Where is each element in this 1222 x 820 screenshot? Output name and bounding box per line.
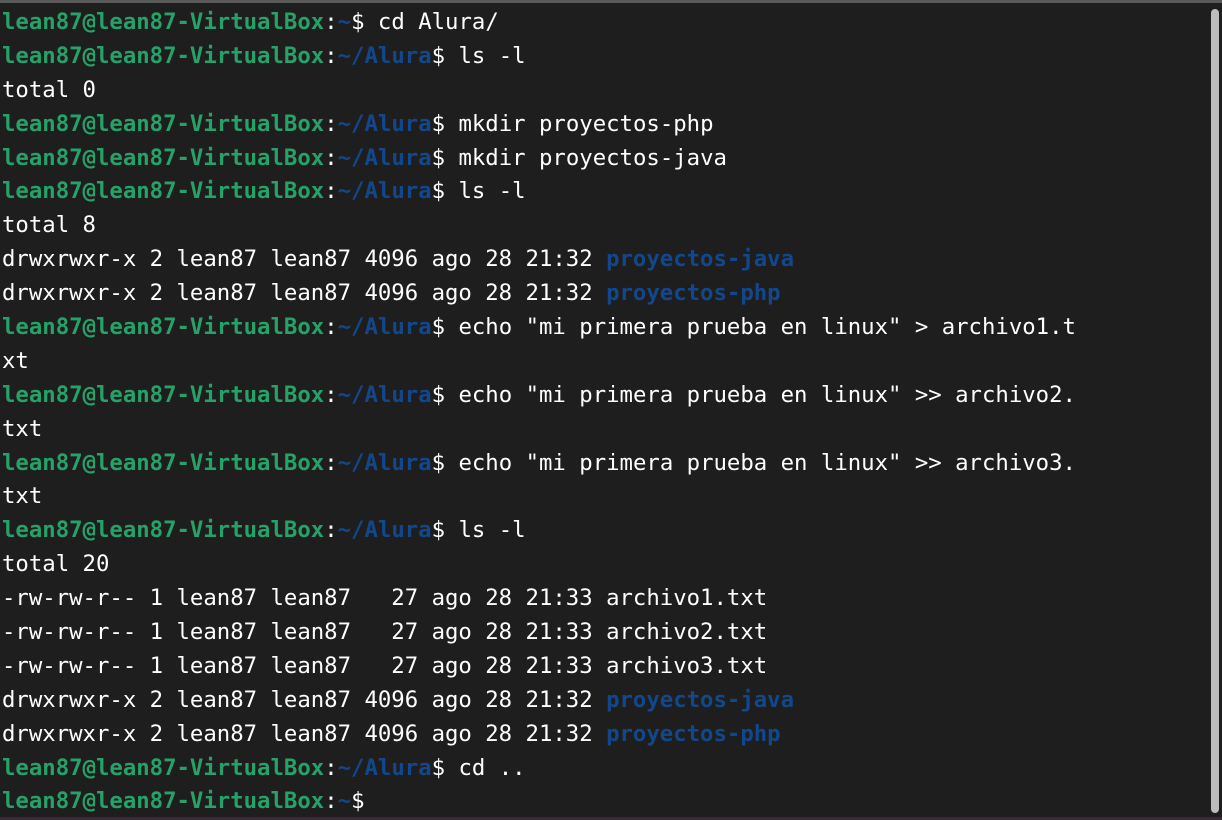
entry-metadata: drwxrwxr-x 2 lean87 lean87 4096 ago 28 2… bbox=[2, 280, 607, 307]
entry-metadata: -rw-rw-r-- 1 lean87 lean87 27 ago 28 21:… bbox=[2, 619, 607, 646]
output-line: total 8 bbox=[2, 212, 96, 239]
output-line: xt bbox=[2, 347, 29, 374]
prompt-user-host: lean87@lean87-VirtualBox bbox=[2, 144, 325, 171]
prompt-colon: : bbox=[324, 9, 338, 35]
prompt-user-host: lean87@lean87-VirtualBox bbox=[2, 788, 325, 815]
command-text: mkdir proyectos-php bbox=[445, 110, 714, 137]
prompt-dollar: $ bbox=[431, 178, 446, 205]
prompt-line: lean87@lean87-VirtualBox:~$ cd Alura/ bbox=[2, 6, 1208, 40]
prompt-line: lean87@lean87-VirtualBox:~/Alura$ ls -l bbox=[2, 40, 1208, 74]
entry-metadata: drwxrwxr-x 2 lean87 lean87 4096 ago 28 2… bbox=[2, 686, 607, 713]
prompt-dollar: $ bbox=[431, 314, 446, 341]
prompt-user-host: lean87@lean87-VirtualBox bbox=[2, 178, 325, 205]
prompt-path: ~/Alura bbox=[337, 42, 432, 69]
prompt-colon: : bbox=[324, 178, 338, 205]
prompt-user-host: lean87@lean87-VirtualBox bbox=[2, 110, 325, 137]
entry-metadata: drwxrwxr-x 2 lean87 lean87 4096 ago 28 2… bbox=[2, 246, 607, 273]
prompt-colon: : bbox=[324, 144, 338, 171]
terminal-output[interactable]: lean87@lean87-VirtualBox:~$ cd Alura/lea… bbox=[2, 6, 1208, 817]
prompt-user-host: lean87@lean87-VirtualBox bbox=[2, 517, 325, 544]
command-text: echo "mi primera prueba en linux" > arch… bbox=[445, 314, 1076, 341]
command-text: ls -l bbox=[445, 178, 526, 205]
prompt-dollar: $ bbox=[431, 381, 446, 408]
command-text: echo "mi primera prueba en linux" >> arc… bbox=[445, 381, 1076, 408]
listing-entry: drwxrwxr-x 2 lean87 lean87 4096 ago 28 2… bbox=[2, 277, 1208, 311]
entry-metadata: -rw-rw-r-- 1 lean87 lean87 27 ago 28 21:… bbox=[2, 585, 607, 612]
prompt-colon: : bbox=[324, 314, 338, 341]
prompt-line: lean87@lean87-VirtualBox:~$ bbox=[2, 785, 1208, 817]
prompt-user-host: lean87@lean87-VirtualBox bbox=[2, 314, 325, 341]
output-line: total 0 bbox=[2, 76, 96, 103]
file-name: archivo1.txt bbox=[606, 585, 768, 612]
listing-entry: drwxrwxr-x 2 lean87 lean87 4096 ago 28 2… bbox=[2, 684, 1208, 718]
prompt-path: ~/Alura bbox=[337, 110, 432, 137]
prompt-dollar: $ bbox=[431, 42, 446, 69]
prompt-colon: : bbox=[324, 517, 338, 544]
prompt-line: lean87@lean87-VirtualBox:~/Alura$ ls -l bbox=[2, 514, 1208, 548]
terminal-window[interactable]: lean87@lean87-VirtualBox:~$ cd Alura/lea… bbox=[0, 0, 1222, 820]
prompt-colon: : bbox=[324, 42, 338, 69]
directory-name: proyectos-java bbox=[606, 686, 795, 713]
prompt-path: ~/Alura bbox=[337, 381, 432, 408]
output-line: txt bbox=[2, 415, 43, 442]
output-line: txt bbox=[2, 483, 43, 510]
prompt-colon: : bbox=[324, 754, 338, 781]
output-line: total 20 bbox=[2, 551, 110, 578]
directory-name: proyectos-php bbox=[606, 280, 781, 307]
prompt-path: ~ bbox=[337, 788, 352, 815]
file-name: archivo2.txt bbox=[606, 619, 768, 646]
prompt-colon: : bbox=[324, 110, 338, 137]
prompt-dollar: $ bbox=[351, 788, 365, 815]
prompt-user-host: lean87@lean87-VirtualBox bbox=[2, 449, 325, 476]
listing-entry: drwxrwxr-x 2 lean87 lean87 4096 ago 28 2… bbox=[2, 718, 1208, 752]
listing-entry: -rw-rw-r-- 1 lean87 lean87 27 ago 28 21:… bbox=[2, 616, 1208, 650]
command-text: cd .. bbox=[445, 754, 526, 781]
prompt-dollar: $ bbox=[351, 9, 365, 35]
prompt-user-host: lean87@lean87-VirtualBox bbox=[2, 381, 325, 408]
terminal-scrollbar[interactable] bbox=[1211, 9, 1219, 813]
prompt-dollar: $ bbox=[431, 517, 446, 544]
prompt-dollar: $ bbox=[431, 110, 446, 137]
prompt-dollar: $ bbox=[431, 449, 446, 476]
file-name: archivo3.txt bbox=[606, 652, 768, 679]
prompt-path: ~/Alura bbox=[337, 517, 432, 544]
listing-entry: drwxrwxr-x 2 lean87 lean87 4096 ago 28 2… bbox=[2, 243, 1208, 277]
prompt-path: ~/Alura bbox=[337, 144, 432, 171]
prompt-line: lean87@lean87-VirtualBox:~/Alura$ ls -l bbox=[2, 175, 1208, 209]
prompt-user-host: lean87@lean87-VirtualBox bbox=[2, 754, 325, 781]
prompt-path: ~/Alura bbox=[337, 314, 432, 341]
prompt-dollar: $ bbox=[431, 754, 446, 781]
prompt-colon: : bbox=[324, 449, 338, 476]
prompt-user-host: lean87@lean87-VirtualBox bbox=[2, 9, 325, 35]
entry-metadata: -rw-rw-r-- 1 lean87 lean87 27 ago 28 21:… bbox=[2, 652, 607, 679]
prompt-user-host: lean87@lean87-VirtualBox bbox=[2, 42, 325, 69]
command-text: mkdir proyectos-java bbox=[445, 144, 727, 171]
command-text: ls -l bbox=[445, 517, 526, 544]
entry-metadata: drwxrwxr-x 2 lean87 lean87 4096 ago 28 2… bbox=[2, 720, 607, 747]
prompt-path: ~/Alura bbox=[337, 178, 432, 205]
prompt-path: ~/Alura bbox=[337, 449, 432, 476]
prompt-line: lean87@lean87-VirtualBox:~/Alura$ echo "… bbox=[2, 447, 1208, 481]
command-text: cd Alura/ bbox=[364, 9, 499, 35]
directory-name: proyectos-java bbox=[606, 246, 795, 273]
prompt-line: lean87@lean87-VirtualBox:~/Alura$ mkdir … bbox=[2, 108, 1208, 142]
directory-name: proyectos-php bbox=[606, 720, 781, 747]
prompt-colon: : bbox=[324, 381, 338, 408]
prompt-line: lean87@lean87-VirtualBox:~/Alura$ echo "… bbox=[2, 379, 1208, 413]
prompt-path: ~ bbox=[337, 9, 352, 35]
prompt-dollar: $ bbox=[431, 144, 446, 171]
command-text: ls -l bbox=[445, 42, 526, 69]
prompt-line: lean87@lean87-VirtualBox:~/Alura$ cd .. bbox=[2, 752, 1208, 786]
prompt-colon: : bbox=[324, 788, 338, 815]
prompt-line: lean87@lean87-VirtualBox:~/Alura$ mkdir … bbox=[2, 142, 1208, 176]
listing-entry: -rw-rw-r-- 1 lean87 lean87 27 ago 28 21:… bbox=[2, 582, 1208, 616]
prompt-path: ~/Alura bbox=[337, 754, 432, 781]
command-text: echo "mi primera prueba en linux" >> arc… bbox=[445, 449, 1076, 476]
prompt-line: lean87@lean87-VirtualBox:~/Alura$ echo "… bbox=[2, 311, 1208, 345]
listing-entry: -rw-rw-r-- 1 lean87 lean87 27 ago 28 21:… bbox=[2, 650, 1208, 684]
